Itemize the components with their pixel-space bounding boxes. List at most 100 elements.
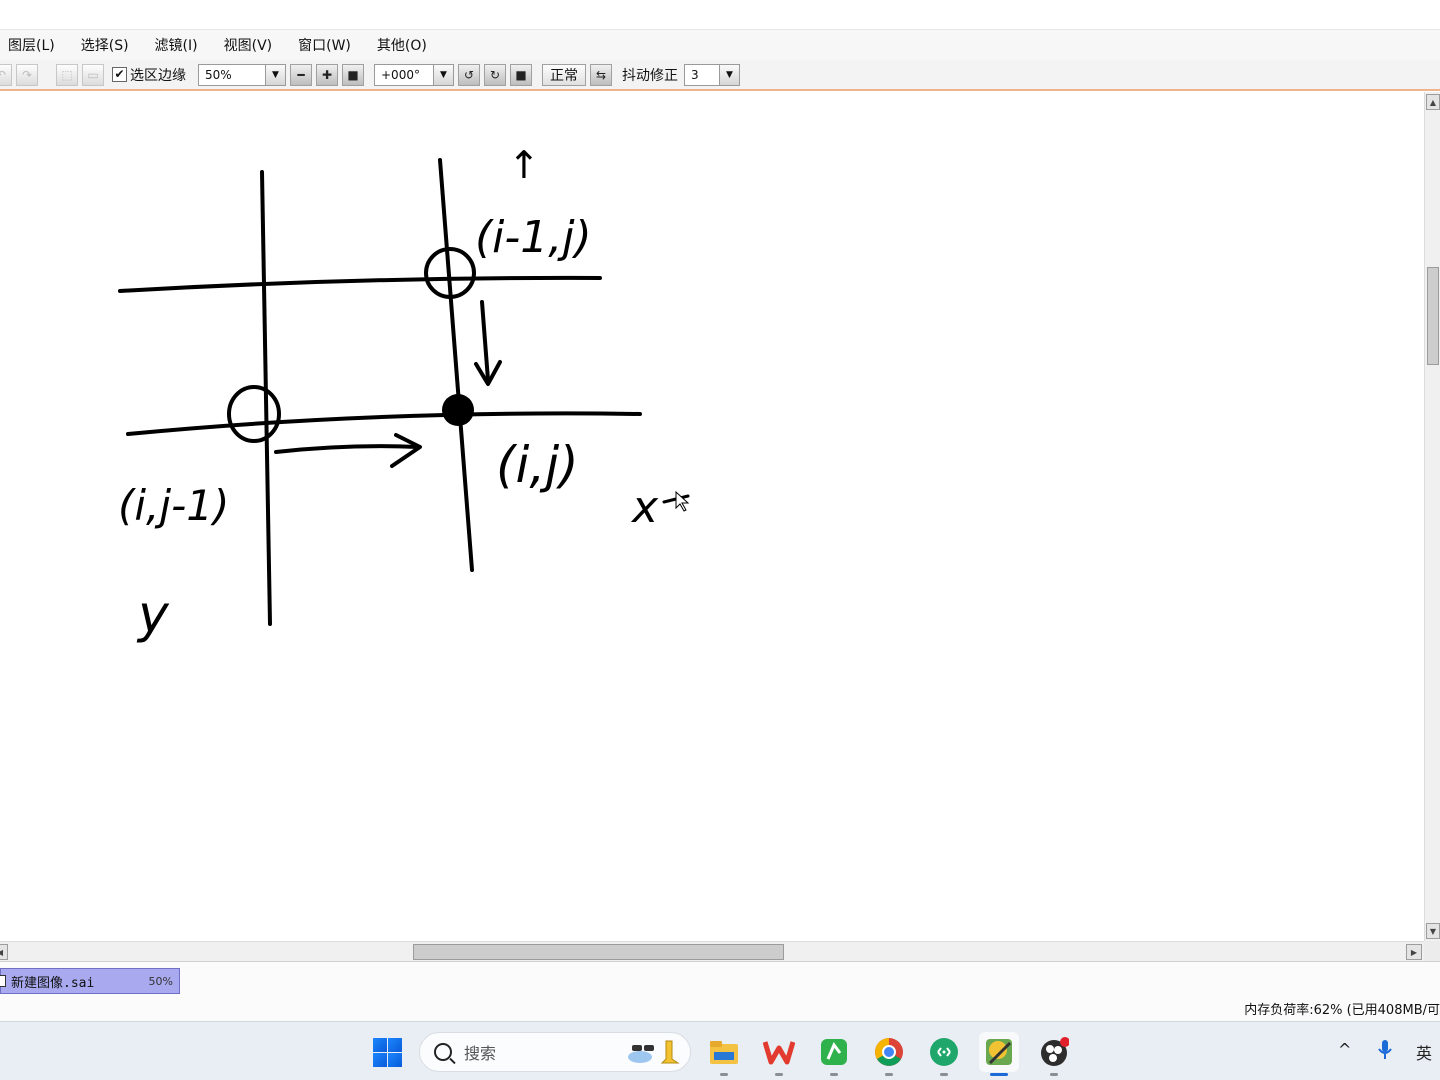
- taskbar-wps[interactable]: [759, 1032, 799, 1076]
- triangle-down-icon: ▼: [1429, 926, 1437, 936]
- invert-selection-button[interactable]: ▭: [82, 63, 104, 86]
- taskbar-green-app[interactable]: [814, 1032, 854, 1076]
- grid-line-vertical-right: [438, 158, 474, 572]
- left-point-label: (i,j-1): [118, 481, 229, 530]
- rotate-right-icon: ↻: [489, 67, 501, 82]
- rotation-reset-button[interactable]: ■: [510, 63, 532, 86]
- taskbar-file-explorer[interactable]: [704, 1032, 744, 1076]
- menu-view[interactable]: 视图(V): [224, 35, 273, 55]
- triangle-right-icon: ▶: [1410, 947, 1418, 957]
- chevron-down-icon[interactable]: ▼: [265, 64, 285, 85]
- top-arrow-label: ↑: [508, 143, 540, 187]
- redo-button[interactable]: ↷: [16, 63, 38, 86]
- horizontal-scroll-thumb[interactable]: [413, 944, 784, 960]
- x-axis-label: x: [630, 482, 659, 533]
- folder-icon: [710, 1041, 738, 1064]
- menu-window[interactable]: 窗口(W): [298, 35, 351, 55]
- sketch: ↑ (i-1,j) (i,j) (i,j-1) x y: [118, 143, 690, 645]
- selection-edge-label: 选区边缘: [130, 67, 186, 84]
- zoom-in-button[interactable]: ✚: [316, 63, 338, 86]
- invert-selection-icon: ▭: [87, 67, 99, 82]
- taskbar-paint-tool-sai[interactable]: [979, 1032, 1019, 1076]
- zoom-combo[interactable]: 50% ▼: [198, 63, 286, 86]
- scroll-up-button[interactable]: ▲: [1426, 94, 1440, 110]
- redo-icon: ↷: [21, 67, 33, 82]
- undo-icon: ↶: [0, 67, 7, 82]
- rotation-value: +000°: [381, 67, 420, 82]
- zoom-reset-button[interactable]: ■: [342, 63, 364, 86]
- ime-indicator[interactable]: 英: [1416, 1040, 1432, 1064]
- document-icon: [0, 975, 6, 987]
- vertical-scrollbar[interactable]: ▲ ▼: [1424, 92, 1440, 941]
- point-center-dot: [442, 394, 474, 426]
- mouse-cursor-icon: [675, 490, 690, 512]
- memory-status: 内存负荷率:62% (已用408MB/可: [1244, 1003, 1440, 1018]
- deselect-button[interactable]: ⬚: [56, 63, 78, 86]
- document-tab[interactable]: 新建图像.sai 50%: [0, 968, 180, 994]
- chrome-icon: [875, 1038, 903, 1066]
- stabilizer-value: 3: [691, 67, 699, 82]
- document-tab-area: 新建图像.sai 50% 内存负荷率:62% (已用408MB/可: [0, 961, 1440, 1021]
- rotate-left-icon: ↺: [463, 67, 475, 82]
- point-left-circle: [227, 385, 281, 443]
- green-app-icon: [821, 1039, 847, 1065]
- stabilizer-combo[interactable]: 3 ▼: [684, 63, 740, 86]
- arrow-right-head: [390, 433, 422, 468]
- minus-icon: ━: [297, 67, 305, 82]
- title-strip: [0, 0, 1440, 30]
- center-point-label: (i,j): [496, 436, 579, 494]
- taskbar-obs[interactable]: [1034, 1032, 1074, 1076]
- search-placeholder: 搜索: [464, 1044, 497, 1063]
- chevron-down-icon[interactable]: ▼: [719, 64, 739, 85]
- selection-edge-checkbox[interactable]: ✔: [112, 67, 127, 82]
- vertical-scroll-thumb[interactable]: [1427, 267, 1439, 365]
- sai-icon: [986, 1039, 1012, 1065]
- zoom-value: 50%: [205, 67, 232, 82]
- taskbar-remote-app[interactable]: [924, 1032, 964, 1076]
- flip-icon: ⇆: [595, 67, 607, 82]
- undo-button[interactable]: ↶: [0, 63, 12, 86]
- menu-bar: 图层(L) 选择(S) 滤镜(I) 视图(V) 窗口(W) 其他(O): [0, 30, 1440, 60]
- menu-filter[interactable]: 滤镜(I): [155, 35, 198, 55]
- rotation-combo[interactable]: +000° ▼: [374, 63, 454, 86]
- wps-icon: [763, 1041, 795, 1065]
- arrow-right: [274, 444, 420, 454]
- app-window: 图层(L) 选择(S) 滤镜(I) 视图(V) 窗口(W) 其他(O) ↶ ↷ …: [0, 0, 1440, 1080]
- microphone-icon[interactable]: [1377, 1038, 1393, 1062]
- chevron-down-icon[interactable]: ▼: [433, 64, 453, 85]
- taskbar-chrome[interactable]: [869, 1032, 909, 1076]
- obs-icon: [1041, 1037, 1069, 1066]
- flip-button[interactable]: ⇆: [590, 63, 612, 86]
- search-highlight-icon: [628, 1040, 680, 1064]
- taskbar: 搜索 ^ 英: [0, 1021, 1440, 1080]
- document-tab-zoom: 50%: [148, 974, 173, 988]
- rotate-left-button[interactable]: ↺: [458, 63, 480, 86]
- y-axis-label: y: [136, 585, 170, 645]
- rotate-right-button[interactable]: ↻: [484, 63, 506, 86]
- selection-edge-toggle[interactable]: ✔ 选区边缘: [112, 65, 186, 85]
- taskbar-search[interactable]: 搜索: [419, 1032, 691, 1072]
- start-button[interactable]: [371, 1036, 403, 1068]
- zoom-out-button[interactable]: ━: [290, 63, 312, 86]
- scroll-right-button[interactable]: ▶: [1406, 944, 1422, 960]
- scroll-left-button[interactable]: ◀: [0, 944, 8, 960]
- grid-line-vertical-left: [260, 170, 272, 626]
- drawing-canvas[interactable]: ↑ (i-1,j) (i,j) (i,j-1) x y: [0, 92, 1424, 941]
- stabilizer-label: 抖动修正: [622, 67, 678, 84]
- menu-layer[interactable]: 图层(L): [8, 35, 55, 55]
- square-icon: ■: [347, 67, 359, 82]
- document-tab-name: 新建图像.sai: [11, 975, 95, 991]
- scroll-down-button[interactable]: ▼: [1426, 923, 1440, 939]
- blend-mode-button[interactable]: 正常: [542, 63, 586, 86]
- search-icon: [434, 1043, 452, 1061]
- tray-overflow-chevron-icon[interactable]: ^: [1338, 1040, 1351, 1059]
- triangle-left-icon: ◀: [0, 948, 3, 957]
- menu-select[interactable]: 选择(S): [81, 35, 129, 55]
- menu-other[interactable]: 其他(O): [377, 35, 427, 55]
- square-icon: ■: [515, 67, 527, 82]
- arrow-down: [480, 300, 490, 382]
- scrollbar-corner: [1424, 941, 1440, 961]
- plus-icon: ✚: [321, 67, 333, 82]
- windows-logo-icon: [373, 1038, 387, 1052]
- horizontal-scrollbar[interactable]: ◀ ▶: [0, 941, 1424, 961]
